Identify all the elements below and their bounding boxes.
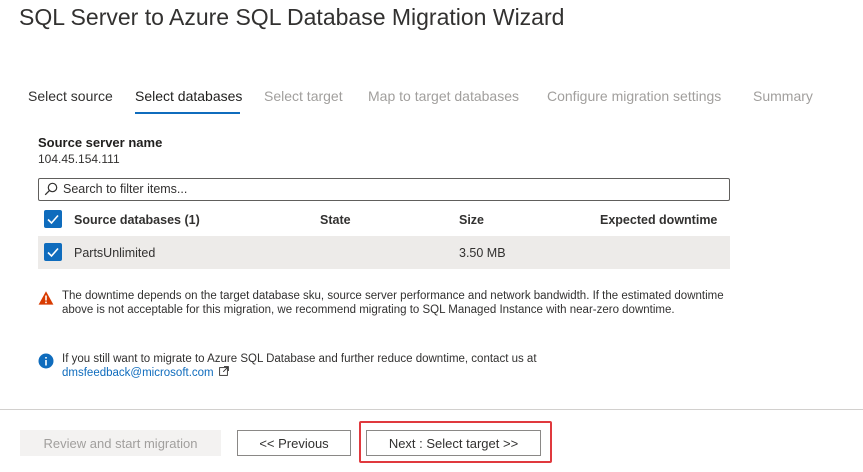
feedback-email-link[interactable]: dmsfeedback@microsoft.com — [62, 367, 214, 379]
previous-button[interactable]: << Previous — [237, 430, 351, 456]
next-select-target-button[interactable]: Next : Select target >> — [366, 430, 541, 456]
tab-summary[interactable]: Summary — [753, 88, 813, 104]
source-server-value: 104.45.154.111 — [38, 152, 120, 166]
tab-select-target[interactable]: Select target — [264, 88, 343, 104]
info-icon — [38, 353, 54, 369]
info-text: If you still want to migrate to Azure SQ… — [62, 353, 537, 365]
checkmark-icon — [47, 247, 59, 258]
footer-divider — [0, 409, 863, 410]
wizard-tabs: Select source Select databases Select ta… — [0, 88, 863, 118]
source-server-label: Source server name — [38, 135, 163, 150]
tab-select-databases[interactable]: Select databases — [135, 88, 242, 104]
page-title: SQL Server to Azure SQL Database Migrati… — [19, 4, 565, 30]
checkmark-icon — [47, 214, 59, 225]
tab-map-target-databases[interactable]: Map to target databases — [368, 88, 519, 104]
select-all-checkbox[interactable] — [44, 210, 62, 228]
column-header-expected-downtime[interactable]: Expected downtime — [600, 213, 717, 227]
table-header-row: Source databases (1) State Size Expected… — [38, 205, 730, 237]
table-row[interactable]: PartsUnlimited 3.50 MB — [38, 236, 730, 269]
database-name: PartsUnlimited — [74, 246, 156, 260]
search-placeholder: Search to filter items... — [63, 182, 188, 196]
search-icon — [44, 182, 58, 196]
external-link-icon[interactable] — [218, 366, 229, 376]
column-header-state[interactable]: State — [320, 213, 351, 227]
warning-icon — [38, 291, 54, 305]
column-header-size[interactable]: Size — [459, 213, 484, 227]
database-size: 3.50 MB — [459, 246, 506, 260]
column-header-source-databases[interactable]: Source databases (1) — [74, 213, 200, 227]
row-checkbox[interactable] — [44, 243, 62, 261]
search-input[interactable]: Search to filter items... — [38, 178, 730, 201]
warning-text: The downtime depends on the target datab… — [62, 290, 724, 316]
review-start-migration-button[interactable]: Review and start migration — [20, 430, 221, 456]
tab-configure-migration-settings[interactable]: Configure migration settings — [547, 88, 721, 104]
tab-select-source[interactable]: Select source — [28, 88, 113, 104]
active-tab-indicator — [135, 112, 240, 114]
